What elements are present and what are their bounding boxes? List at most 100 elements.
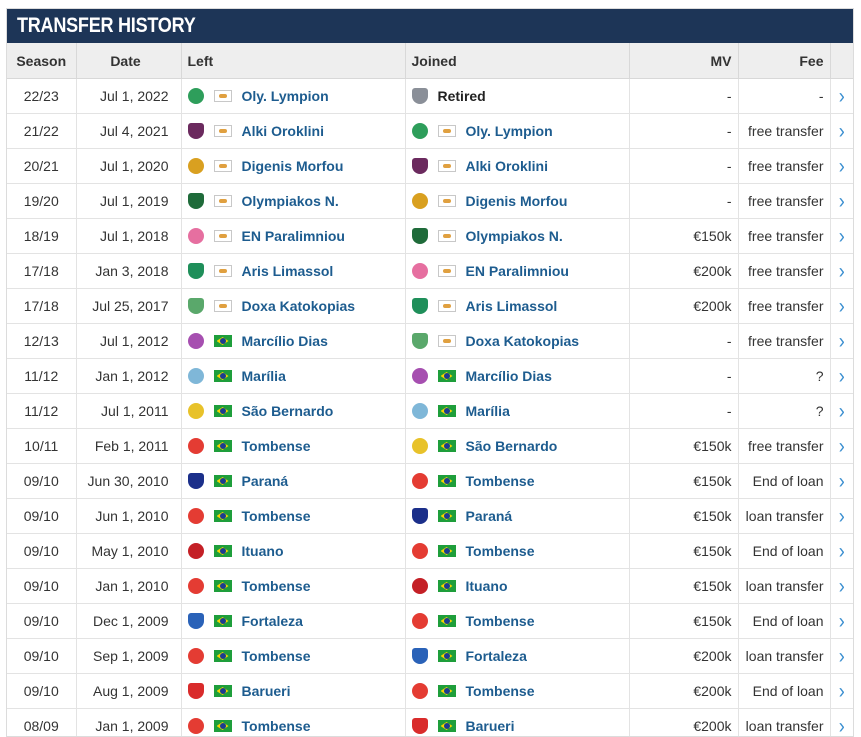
row-detail-button[interactable]: › [830,429,853,464]
club-crest-icon[interactable] [188,648,204,664]
club-crest-icon[interactable] [412,718,428,734]
row-detail-button[interactable]: › [830,219,853,254]
column-header-season[interactable]: Season [7,43,76,79]
club-crest-icon[interactable] [412,613,428,629]
chevron-right-icon[interactable]: › [839,223,845,248]
club-crest-icon[interactable] [188,403,204,419]
chevron-right-icon[interactable]: › [839,503,845,528]
club-crest-icon[interactable] [412,543,428,559]
club-crest-icon[interactable] [188,473,204,489]
chevron-right-icon[interactable]: › [839,328,845,353]
row-detail-button[interactable]: › [830,149,853,184]
table-row[interactable]: 21/22 Jul 4, 2021 Alki Oroklini Oly. Lym… [7,114,853,149]
left-club-link[interactable]: Aris Limassol [242,263,334,279]
table-row[interactable]: 09/10 Dec 1, 2009 Fortaleza Tombense €15… [7,604,853,639]
table-row[interactable]: 09/10 Aug 1, 2009 Barueri Tombense €200k… [7,674,853,709]
chevron-right-icon[interactable]: › [839,433,845,458]
table-row[interactable]: 08/09 Jan 1, 2009 Tombense Barueri €200k… [7,709,853,737]
row-detail-button[interactable]: › [830,639,853,674]
joined-club-link[interactable]: Digenis Morfou [466,193,568,209]
row-detail-button[interactable]: › [830,569,853,604]
chevron-right-icon[interactable]: › [839,713,845,737]
club-crest-icon[interactable] [188,263,204,279]
left-club-link[interactable]: Marcílio Dias [242,333,328,349]
club-crest-icon[interactable] [412,193,428,209]
table-row[interactable]: 09/10 Jun 30, 2010 Paraná Tombense €150k… [7,464,853,499]
table-row[interactable]: 17/18 Jan 3, 2018 Aris Limassol EN Paral… [7,254,853,289]
joined-club-link[interactable]: Ituano [466,578,508,594]
joined-club-link[interactable]: Doxa Katokopias [466,333,580,349]
club-crest-icon[interactable] [188,333,204,349]
club-crest-icon[interactable] [188,438,204,454]
club-crest-icon[interactable] [188,228,204,244]
club-crest-icon[interactable] [412,123,428,139]
table-row[interactable]: 09/10 Sep 1, 2009 Tombense Fortaleza €20… [7,639,853,674]
club-crest-icon[interactable] [412,263,428,279]
table-row[interactable]: 18/19 Jul 1, 2018 EN Paralimniou Olympia… [7,219,853,254]
row-detail-button[interactable]: › [830,359,853,394]
left-club-link[interactable]: EN Paralimniou [242,228,345,244]
left-club-link[interactable]: Tombense [242,718,311,734]
joined-club-link[interactable]: Oly. Lympion [466,123,553,139]
club-crest-icon[interactable] [412,508,428,524]
table-row[interactable]: 09/10 May 1, 2010 Ituano Tombense €150k … [7,534,853,569]
row-detail-button[interactable]: › [830,289,853,324]
joined-club-link[interactable]: Tombense [466,683,535,699]
chevron-right-icon[interactable]: › [839,608,845,633]
table-row[interactable]: 11/12 Jan 1, 2012 Marília Marcílio Dias … [7,359,853,394]
club-crest-icon[interactable] [412,578,428,594]
joined-club-link[interactable]: Paraná [466,508,513,524]
joined-club-link[interactable]: São Bernardo [466,438,558,454]
row-detail-button[interactable]: › [830,534,853,569]
chevron-right-icon[interactable]: › [839,468,845,493]
row-detail-button[interactable]: › [830,604,853,639]
club-crest-icon[interactable] [412,648,428,664]
left-club-link[interactable]: Doxa Katokopias [242,298,356,314]
left-club-link[interactable]: Olympiakos N. [242,193,339,209]
table-row[interactable]: 11/12 Jul 1, 2011 São Bernardo Marília -… [7,394,853,429]
table-row[interactable]: 17/18 Jul 25, 2017 Doxa Katokopias Aris … [7,289,853,324]
club-crest-icon[interactable] [188,718,204,734]
table-row[interactable]: 22/23 Jul 1, 2022 Oly. Lympion Retired -… [7,79,853,114]
column-header-joined[interactable]: Joined [405,43,629,79]
chevron-right-icon[interactable]: › [839,678,845,703]
left-club-link[interactable]: Ituano [242,543,284,559]
club-crest-icon[interactable] [188,543,204,559]
club-crest-icon[interactable] [188,578,204,594]
chevron-right-icon[interactable]: › [839,573,845,598]
chevron-right-icon[interactable]: › [839,83,845,108]
left-club-link[interactable]: Tombense [242,508,311,524]
chevron-right-icon[interactable]: › [839,188,845,213]
table-row[interactable]: 09/10 Jan 1, 2010 Tombense Ituano €150k … [7,569,853,604]
table-row[interactable]: 10/11 Feb 1, 2011 Tombense São Bernardo … [7,429,853,464]
row-detail-button[interactable]: › [830,709,853,737]
row-detail-button[interactable]: › [830,499,853,534]
chevron-right-icon[interactable]: › [839,538,845,563]
chevron-right-icon[interactable]: › [839,118,845,143]
chevron-right-icon[interactable]: › [839,293,845,318]
club-crest-icon[interactable] [188,683,204,699]
left-club-link[interactable]: Paraná [242,473,289,489]
joined-club-link[interactable]: EN Paralimniou [466,263,569,279]
club-crest-icon[interactable] [188,158,204,174]
row-detail-button[interactable]: › [830,254,853,289]
column-header-left[interactable]: Left [181,43,405,79]
club-crest-icon[interactable] [188,193,204,209]
joined-club-link[interactable]: Alki Oroklini [466,158,548,174]
joined-club-link[interactable]: Fortaleza [466,648,527,664]
joined-club-link[interactable]: Marcílio Dias [466,368,552,384]
row-detail-button[interactable]: › [830,324,853,359]
club-crest-icon[interactable] [188,123,204,139]
table-row[interactable]: 12/13 Jul 1, 2012 Marcílio Dias Doxa Kat… [7,324,853,359]
table-row[interactable]: 09/10 Jun 1, 2010 Tombense Paraná €150k … [7,499,853,534]
joined-club-link[interactable]: Marília [466,403,510,419]
left-club-link[interactable]: Fortaleza [242,613,303,629]
row-detail-button[interactable]: › [830,114,853,149]
chevron-right-icon[interactable]: › [839,258,845,283]
club-crest-icon[interactable] [188,368,204,384]
column-header-mv[interactable]: MV [629,43,738,79]
club-crest-icon[interactable] [412,368,428,384]
left-club-link[interactable]: Oly. Lympion [242,88,329,104]
table-row[interactable]: 19/20 Jul 1, 2019 Olympiakos N. Digenis … [7,184,853,219]
club-crest-icon[interactable] [412,438,428,454]
